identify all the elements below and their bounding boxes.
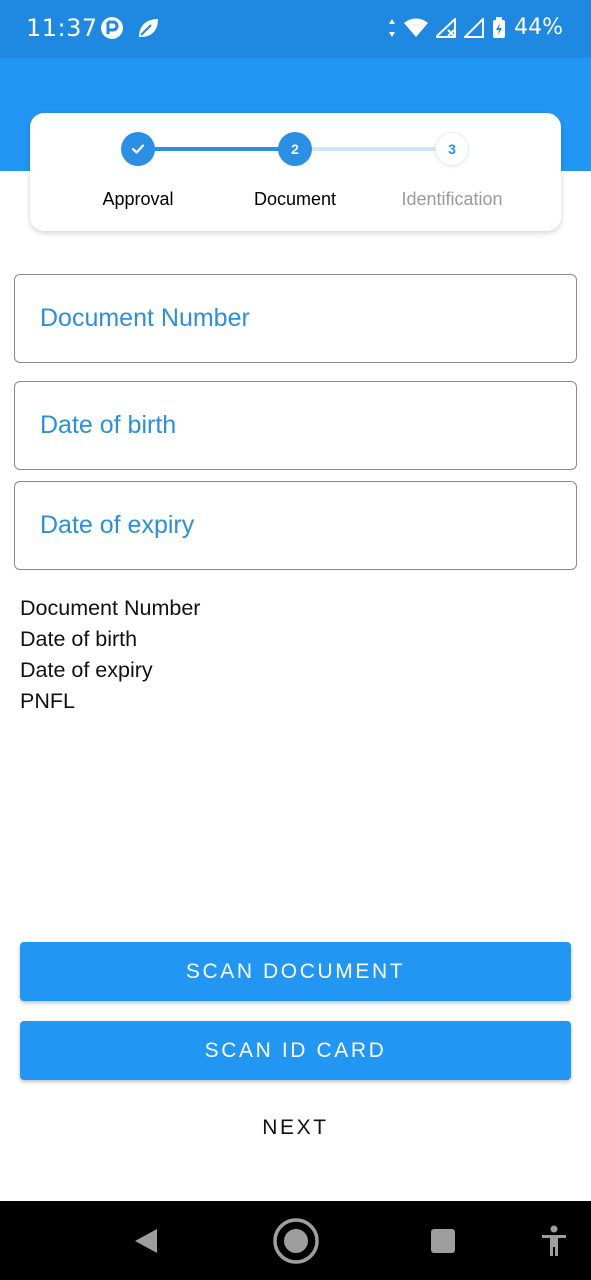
document-info-list: Document Number Date of birth Date of ex…	[20, 593, 200, 717]
battery-icon	[493, 16, 506, 38]
wifi-icon	[404, 18, 429, 37]
info-date-of-expiry: Date of expiry	[20, 658, 153, 682]
document-number-field[interactable]	[14, 274, 577, 363]
stepper-line-completed	[138, 147, 295, 151]
date-of-expiry-input[interactable]	[15, 482, 576, 569]
info-document-number: Document Number	[20, 596, 201, 620]
stepper-line-pending	[295, 147, 452, 151]
checkmark-icon	[131, 144, 145, 154]
date-of-birth-input[interactable]	[15, 382, 576, 469]
back-icon	[135, 1228, 157, 1253]
recents-button[interactable]	[418, 1201, 468, 1280]
step-identification-circle: 3	[435, 132, 469, 166]
status-bar: 11:37 44%	[0, 0, 591, 58]
status-system-icons: 44%	[388, 15, 563, 40]
navigation-bar	[0, 1201, 591, 1280]
signal-icon	[464, 17, 485, 38]
status-time: 11:37	[26, 14, 98, 42]
info-date-of-birth: Date of birth	[20, 627, 138, 651]
step-document-label: Document	[253, 189, 337, 209]
info-pnfl: PNFL	[20, 689, 75, 713]
home-icon	[273, 1217, 319, 1264]
date-of-birth-field[interactable]	[14, 381, 577, 470]
accessibility-button[interactable]	[532, 1201, 576, 1280]
step-document-circle: 2	[278, 132, 312, 166]
document-number-input[interactable]	[15, 275, 576, 362]
home-button[interactable]	[266, 1201, 326, 1280]
step-identification-label: Identification	[401, 189, 503, 209]
back-button[interactable]	[120, 1201, 172, 1280]
leaf-icon	[139, 19, 158, 37]
date-of-expiry-field[interactable]	[14, 481, 577, 570]
stepper: 2 3 Approval Document Identification	[30, 113, 561, 231]
app-notification-icon	[101, 17, 123, 39]
scan-document-button[interactable]: SCAN DOCUMENT	[20, 942, 571, 1001]
step-approval-label: Approval	[102, 189, 174, 209]
recents-icon	[431, 1228, 455, 1253]
battery-percentage: 44%	[514, 15, 563, 40]
signal-icon	[436, 17, 457, 38]
data-arrows-icon	[389, 18, 396, 37]
accessibility-icon	[542, 1225, 566, 1256]
next-button[interactable]: NEXT	[0, 1116, 591, 1146]
step-approval-circle	[121, 132, 155, 166]
scan-id-card-button[interactable]: SCAN ID CARD	[20, 1021, 571, 1080]
status-notification-icons	[100, 16, 160, 40]
